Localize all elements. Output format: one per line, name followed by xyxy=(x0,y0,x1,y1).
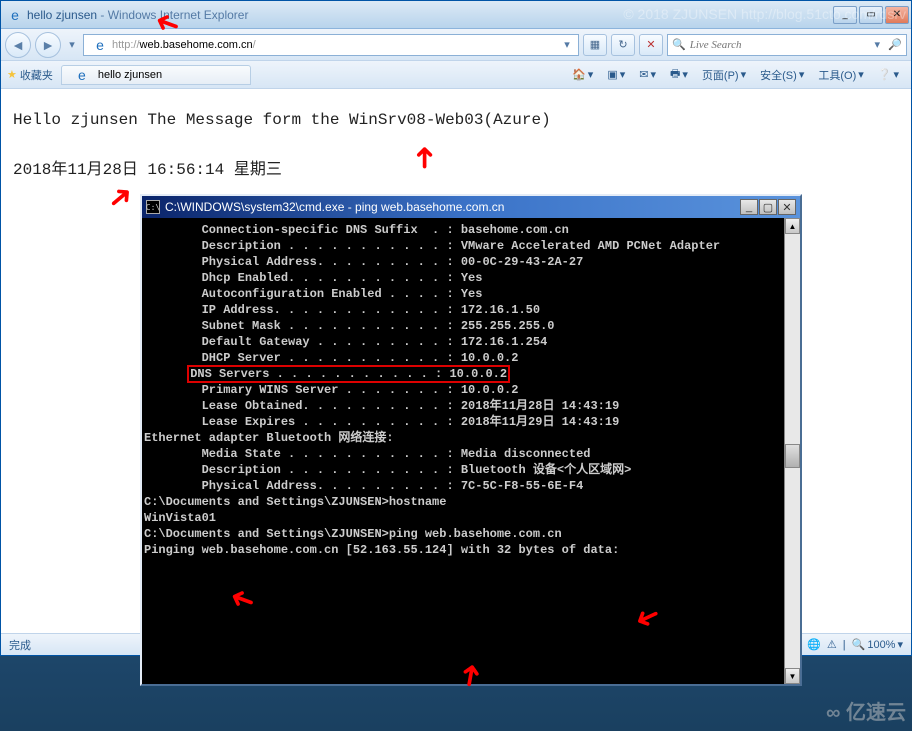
cmd-scrollbar[interactable]: ▲ ▼ xyxy=(784,218,800,684)
help-icon: ❔ xyxy=(878,68,892,81)
home-button[interactable]: 🏠▾ xyxy=(566,66,599,83)
cmd-output[interactable]: Connection-specific DNS Suffix . : baseh… xyxy=(142,218,784,684)
watermark-top: © 2018 ZJUNSEN http://blog.51cto.com/rds… xyxy=(623,6,906,22)
mail-button[interactable]: ✉▾ xyxy=(633,66,662,83)
forward-button[interactable]: ► xyxy=(35,32,61,58)
mail-icon: ✉ xyxy=(639,68,648,81)
internet-zone-icon: 🌐 xyxy=(807,638,821,651)
star-icon: ★ xyxy=(7,68,17,81)
print-button[interactable]: 🖶▾ xyxy=(664,63,694,86)
search-input[interactable] xyxy=(690,39,867,51)
search-go-icon[interactable]: 🔎 xyxy=(888,38,902,51)
refresh-button[interactable]: ↻ xyxy=(611,34,635,56)
help-menu[interactable]: ❔▾ xyxy=(872,66,905,83)
search-icon: 🔍 xyxy=(672,38,686,51)
scroll-track[interactable] xyxy=(785,234,800,668)
search-dropdown-icon[interactable]: ▾ xyxy=(870,38,884,51)
search-box[interactable]: 🔍 ▾ 🔎 xyxy=(667,34,907,56)
scroll-up-button[interactable]: ▲ xyxy=(785,218,800,234)
cmd-icon: C:\ xyxy=(146,200,160,214)
cmd-maximize-button[interactable]: ▢ xyxy=(759,199,777,215)
zoom-dropdown-icon[interactable]: ▾ xyxy=(897,638,903,651)
home-icon: 🏠 xyxy=(572,68,586,81)
cmd-close-button[interactable]: ✕ xyxy=(778,199,796,215)
cmd-minimize-button[interactable]: _ xyxy=(740,199,758,215)
safety-menu[interactable]: 安全(S)▾ xyxy=(754,65,810,85)
ie-logo-icon: e xyxy=(7,7,23,23)
tab-label: hello zjunsen xyxy=(98,69,162,81)
address-bar[interactable]: e http://web.basehome.com.cn/ ▾ xyxy=(83,34,579,56)
zoom-value: 100% xyxy=(867,639,895,651)
print-icon: 🖶 xyxy=(670,65,680,84)
tab-favicon-icon: e xyxy=(74,67,90,83)
page-message: Hello zjunsen The Message form the WinSr… xyxy=(13,111,899,129)
stop-button[interactable]: ✕ xyxy=(639,34,663,56)
status-text: 完成 xyxy=(9,637,31,653)
address-dropdown-icon[interactable]: ▾ xyxy=(560,38,574,51)
url-scheme: http:// xyxy=(112,39,140,51)
cmd-window: C:\ C:\WINDOWS\system32\cmd.exe - ping w… xyxy=(140,194,802,686)
watermark-cloud: ∞ 亿速云 xyxy=(826,696,906,725)
protected-mode-icon: ⚠ xyxy=(827,638,837,651)
scroll-thumb[interactable] xyxy=(785,444,800,468)
cmd-title-text: C:\WINDOWS\system32\cmd.exe - ping web.b… xyxy=(165,200,504,214)
page-menu[interactable]: 页面(P)▾ xyxy=(696,65,752,85)
favorites-button[interactable]: ★ 收藏夹 xyxy=(7,67,53,83)
tab-hello[interactable]: e hello zjunsen xyxy=(61,65,251,85)
url-host: web.basehome.com.cn xyxy=(140,39,253,51)
tools-menu[interactable]: 工具(O)▾ xyxy=(812,65,869,85)
feeds-button[interactable]: ▣▾ xyxy=(601,66,631,83)
navigation-bar: ◄ ► ▾ e http://web.basehome.com.cn/ ▾ ▦ … xyxy=(1,29,911,61)
cmd-titlebar[interactable]: C:\ C:\WINDOWS\system32\cmd.exe - ping w… xyxy=(142,196,800,218)
ie-page-icon: e xyxy=(92,37,108,53)
address-input[interactable] xyxy=(256,39,560,51)
favorites-bar: ★ 收藏夹 e hello zjunsen 🏠▾ ▣▾ ✉▾ 🖶▾ 页面(P)▾… xyxy=(1,61,911,89)
zoom-icon: 🔍 xyxy=(852,638,866,651)
scroll-down-button[interactable]: ▼ xyxy=(785,668,800,684)
back-button[interactable]: ◄ xyxy=(5,32,31,58)
page-timestamp: 2018年11月28日 16:56:14 星期三 xyxy=(13,155,899,179)
history-dropdown-icon[interactable]: ▾ xyxy=(65,38,79,51)
compat-view-button[interactable]: ▦ xyxy=(583,34,607,56)
zoom-control[interactable]: 🔍 100% ▾ xyxy=(852,638,903,651)
rss-icon: ▣ xyxy=(607,68,617,81)
